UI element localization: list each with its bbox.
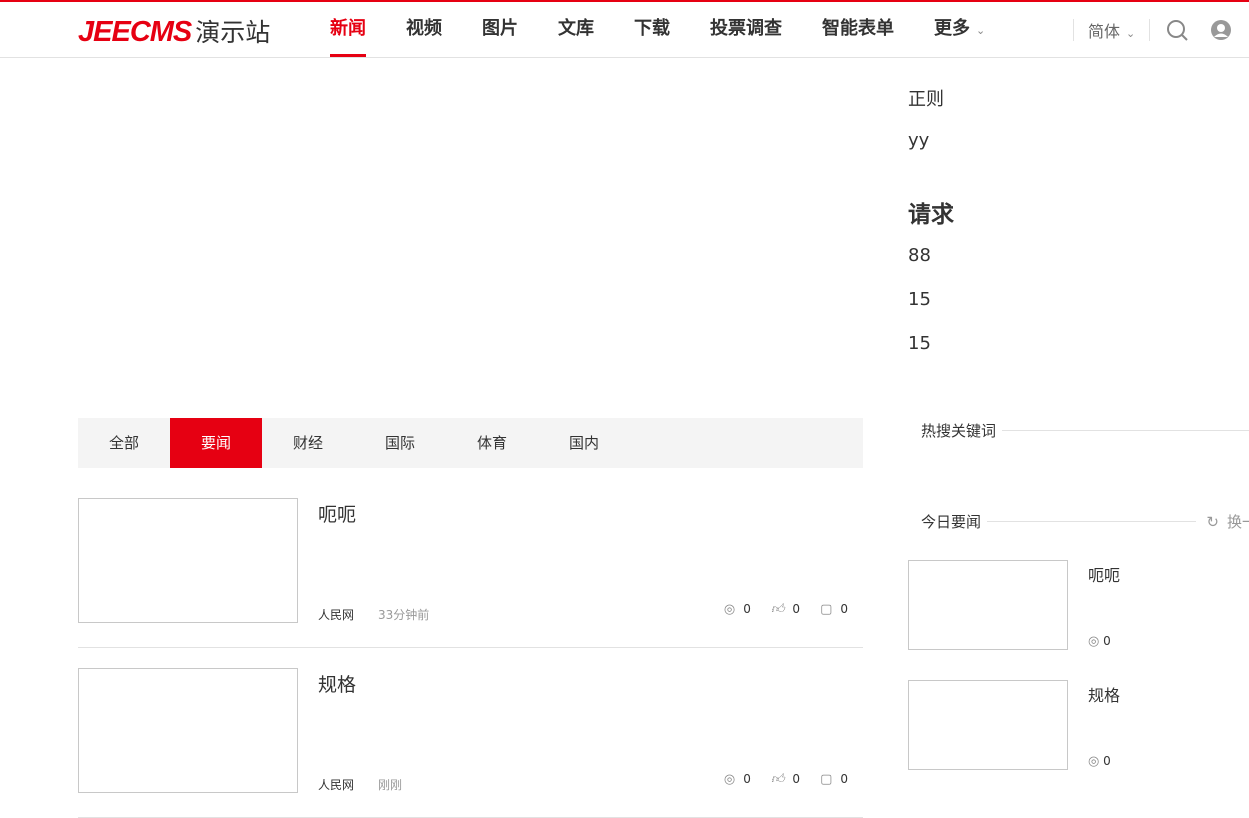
article-item[interactable]: 呃呃 人民网 33分钟前 ◎ 0 👍︎ 0 ▢ 0 — [78, 498, 863, 648]
eye-icon: ◎ — [1088, 754, 1100, 769]
language-select[interactable]: 简体 ⌄ — [1088, 18, 1135, 42]
divider — [1149, 19, 1151, 41]
news-views: ◎ 0 — [1088, 634, 1111, 649]
tab-all[interactable]: 全部 — [78, 418, 170, 468]
article-stats: ◎ 0 👍︎ 0 ▢ 0 — [724, 602, 848, 617]
comment-count: 0 — [840, 602, 848, 616]
comment-icon[interactable]: ▢ — [820, 602, 832, 617]
divider — [987, 521, 1197, 522]
site-logo[interactable]: JEECMS 演示站 — [78, 13, 270, 49]
side-text[interactable]: 正则 — [908, 85, 944, 111]
divider — [1002, 430, 1249, 431]
tab-domestic[interactable]: 国内 — [538, 418, 630, 468]
today-news-header: 今日要闻 ↻ 换一换 — [908, 511, 1249, 532]
refresh-icon[interactable]: ↻ — [1206, 513, 1219, 531]
hot-keywords-header: 热搜关键词 — [908, 420, 1249, 441]
today-news-item[interactable]: 呃呃 ◎ 0 — [908, 560, 1249, 650]
header-tools: 简体 ⌄ — [1073, 18, 1232, 42]
tab-finance[interactable]: 财经 — [262, 418, 354, 468]
article-source: 人民网 — [318, 778, 355, 792]
side-text[interactable]: 88 — [908, 245, 931, 266]
comment-count: 0 — [840, 772, 848, 786]
nav-download[interactable]: 下载 — [634, 2, 670, 57]
refresh-button[interactable]: 换一换 — [1227, 511, 1249, 532]
article-title[interactable]: 呃呃 — [318, 500, 356, 527]
view-count: 0 — [743, 772, 751, 786]
chevron-down-icon: ⌄ — [1126, 27, 1136, 40]
tab-sports[interactable]: 体育 — [446, 418, 538, 468]
comment-icon[interactable]: ▢ — [820, 772, 832, 787]
section-title: 热搜关键词 — [921, 422, 997, 440]
category-tabs: 全部 要闻 财经 国际 体育 国内 — [78, 418, 863, 468]
thumbs-up-icon[interactable]: 👍︎ — [771, 772, 785, 787]
nav-pictures[interactable]: 图片 — [482, 2, 518, 57]
article-item[interactable]: 规格 人民网 刚刚 ◎ 0 👍︎ 0 ▢ 0 — [78, 668, 863, 818]
article-time: 33分钟前 — [378, 608, 430, 622]
side-text[interactable]: 15 — [908, 333, 931, 354]
site-header: JEECMS 演示站 新闻 视频 图片 文库 下载 投票调查 智能表单 更多 ⌄ 简… — [0, 2, 1249, 58]
news-thumbnail[interactable] — [908, 680, 1068, 770]
side-text[interactable]: yy — [908, 130, 929, 151]
like-count: 0 — [792, 772, 801, 786]
logo-text: JEECMS — [78, 16, 192, 48]
search-icon[interactable] — [1166, 19, 1188, 41]
side-text[interactable]: 15 — [908, 289, 931, 310]
article-source: 人民网 — [318, 608, 355, 622]
nav-library[interactable]: 文库 — [558, 2, 594, 57]
like-count: 0 — [792, 602, 801, 616]
section-title: 今日要闻 — [921, 513, 982, 531]
view-count: 0 — [1103, 634, 1111, 648]
side-heading: 请求 — [908, 202, 954, 228]
eye-icon: ◎ — [723, 602, 736, 617]
nav-news[interactable]: 新闻 — [330, 2, 366, 57]
nav-vote[interactable]: 投票调查 — [710, 2, 782, 57]
logo-suffix: 演示站 — [195, 19, 271, 47]
chevron-down-icon: ⌄ — [976, 24, 986, 37]
news-thumbnail[interactable] — [908, 560, 1068, 650]
article-title[interactable]: 规格 — [318, 670, 356, 697]
article-stats: ◎ 0 👍︎ 0 ▢ 0 — [724, 772, 848, 787]
tab-headlines[interactable]: 要闻 — [170, 418, 262, 468]
language-label: 简体 — [1088, 22, 1121, 41]
article-thumbnail[interactable] — [78, 668, 298, 793]
user-avatar-icon[interactable] — [1210, 19, 1232, 41]
eye-icon: ◎ — [1088, 634, 1100, 649]
main-nav: 新闻 视频 图片 文库 下载 投票调查 智能表单 更多 ⌄ — [330, 2, 1025, 57]
news-title[interactable]: 呃呃 — [1088, 562, 1120, 586]
nav-forms[interactable]: 智能表单 — [822, 2, 894, 57]
today-news-item[interactable]: 规格 ◎ 0 — [908, 680, 1249, 770]
tab-international[interactable]: 国际 — [354, 418, 446, 468]
thumbs-up-icon[interactable]: 👍︎ — [771, 602, 785, 617]
article-time: 刚刚 — [378, 778, 403, 792]
article-thumbnail[interactable] — [78, 498, 298, 623]
nav-more-label: 更多 — [934, 18, 970, 39]
news-views: ◎ 0 — [1088, 754, 1111, 769]
divider — [1073, 19, 1074, 41]
view-count: 0 — [1103, 754, 1111, 768]
view-count: 0 — [743, 602, 751, 616]
nav-more[interactable]: 更多 ⌄ — [934, 2, 985, 57]
nav-video[interactable]: 视频 — [406, 2, 442, 57]
eye-icon: ◎ — [723, 772, 736, 787]
news-title[interactable]: 规格 — [1088, 682, 1120, 706]
